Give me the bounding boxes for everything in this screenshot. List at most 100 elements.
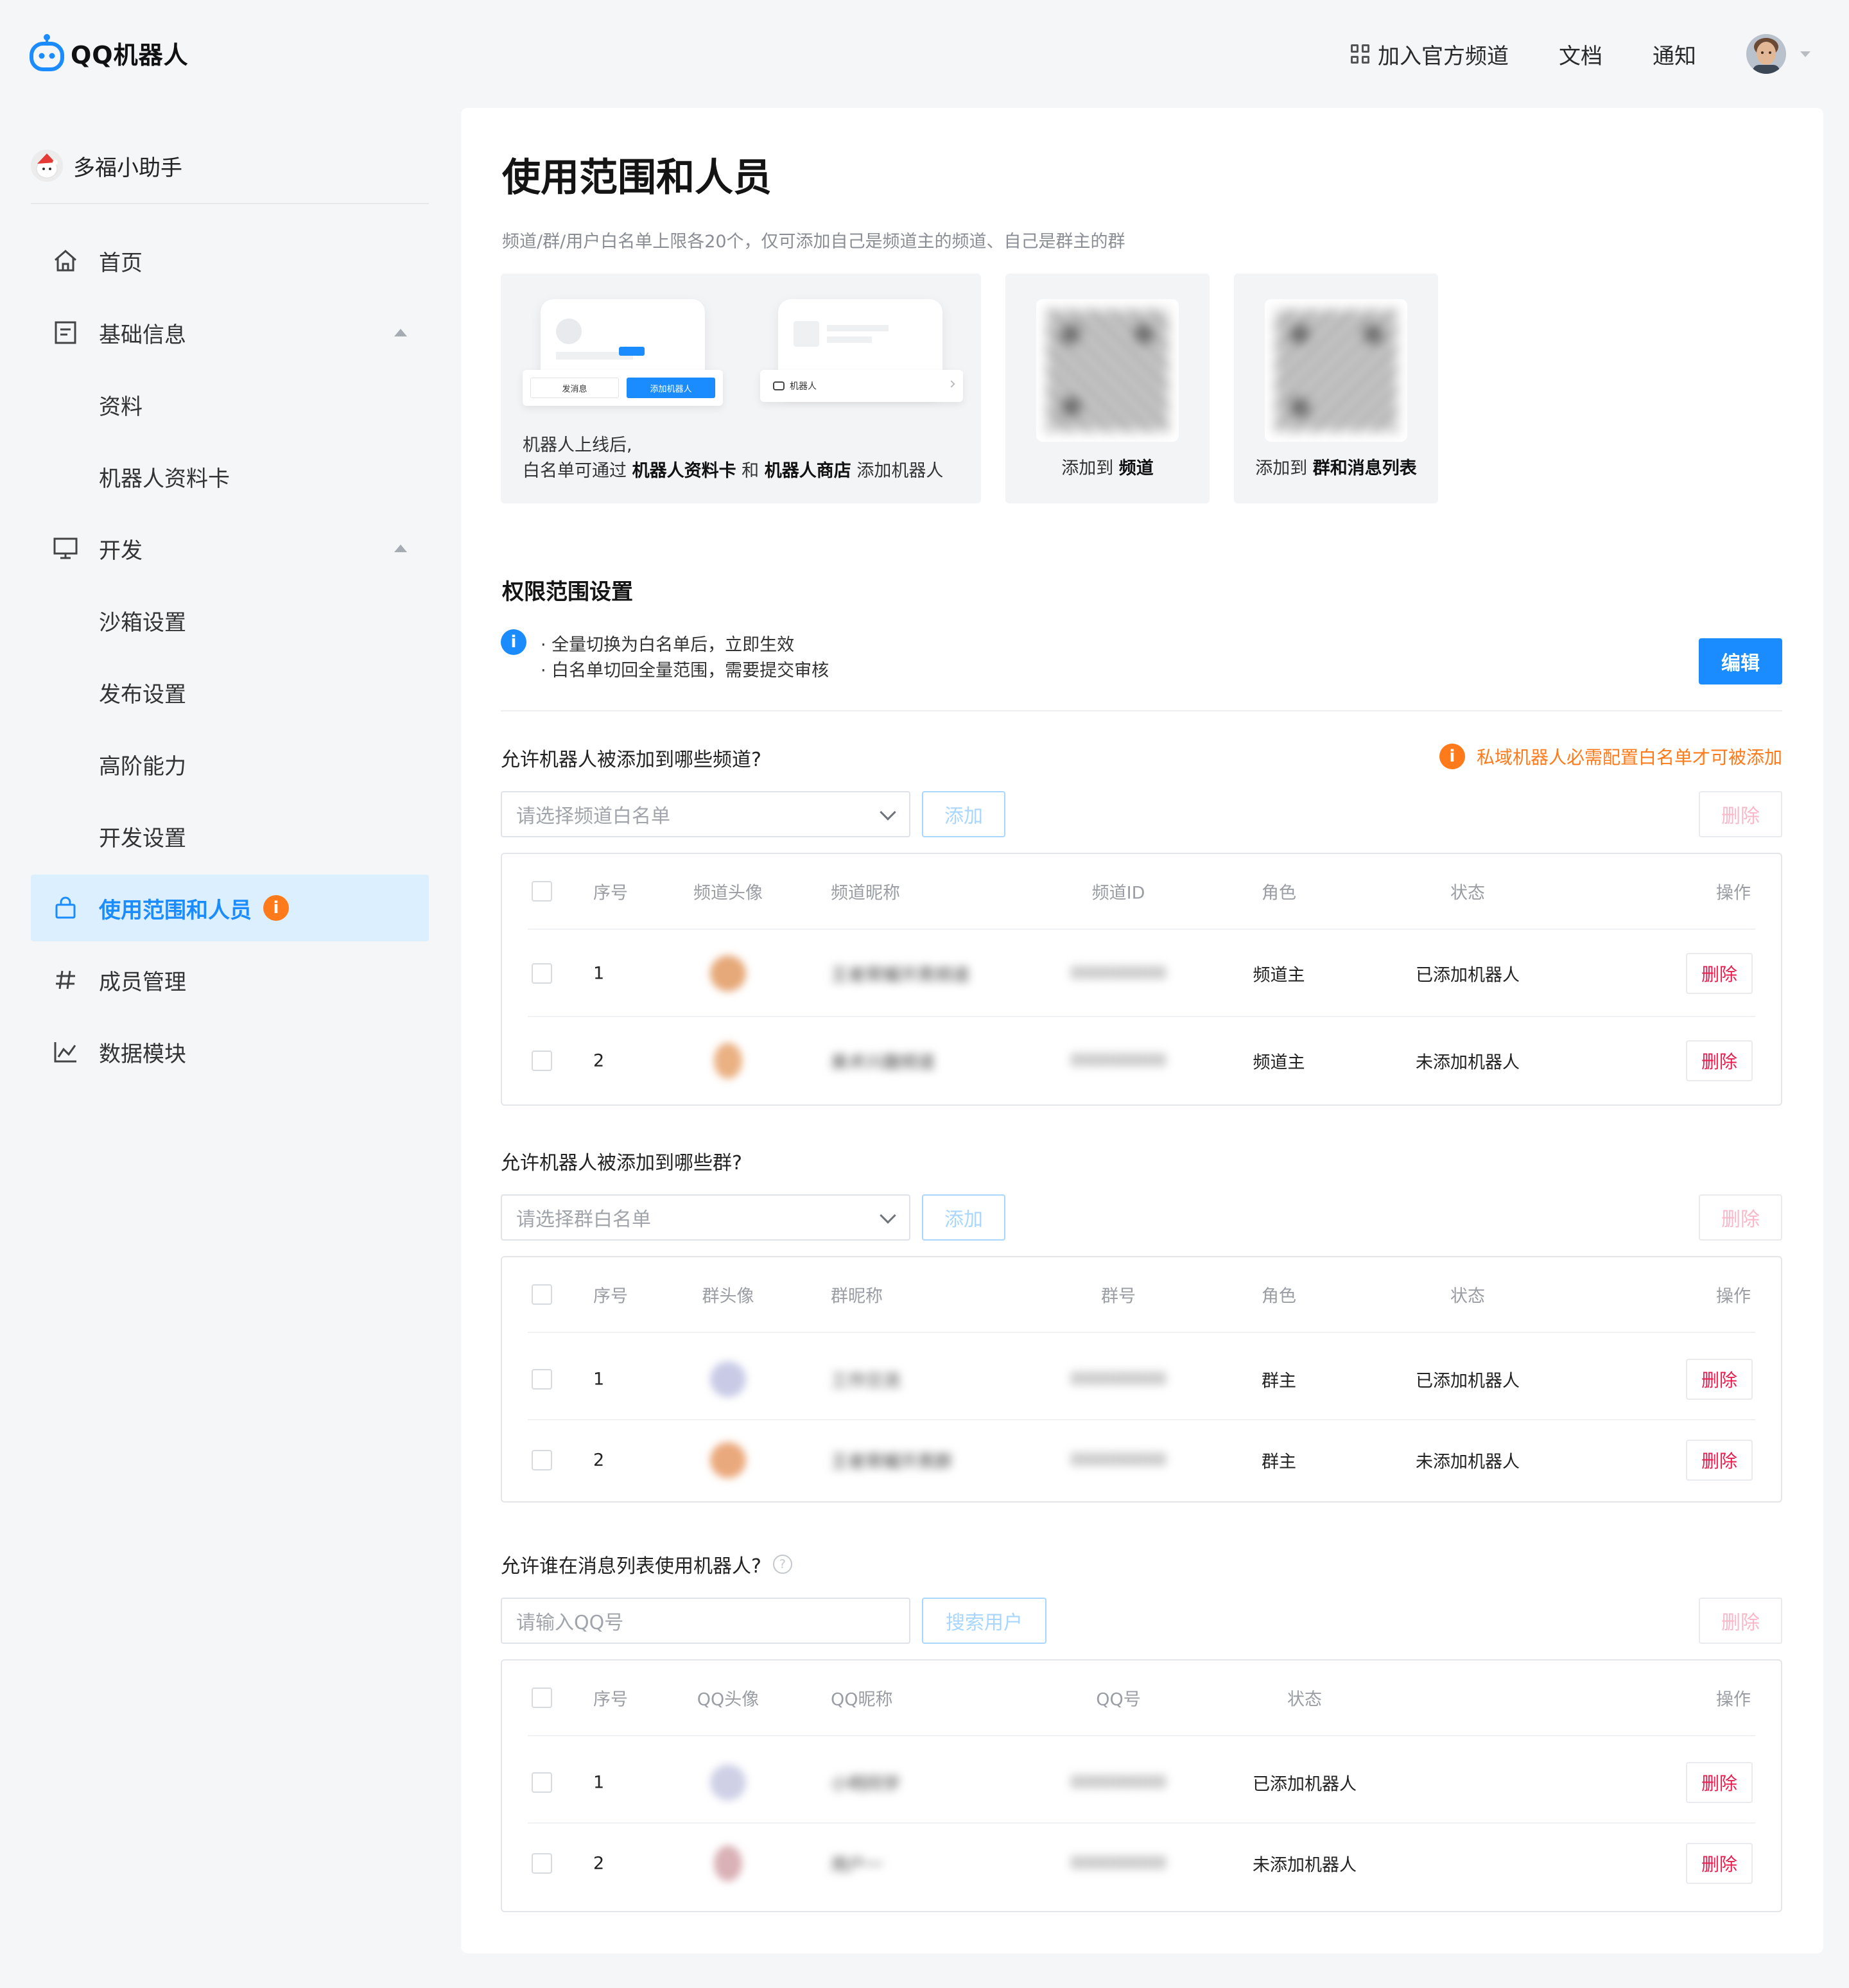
- home-icon: [53, 248, 78, 274]
- user-question-text: 允许谁在消息列表使用机器人?: [501, 1555, 761, 1578]
- perm-section-title: 权限范围设置: [502, 579, 633, 605]
- qq-avatar: [714, 1845, 742, 1881]
- sidebar-item-data[interactable]: 数据模块: [31, 1018, 429, 1085]
- sidebar-item-scope[interactable]: 使用范围和人员 i: [31, 875, 429, 941]
- qq-status: 已添加机器人: [1253, 1774, 1357, 1795]
- qq-bot-logo[interactable]: QQ机器人: [30, 30, 189, 76]
- select-all-checkbox[interactable]: [532, 1284, 552, 1305]
- edit-button[interactable]: 编辑: [1699, 638, 1782, 684]
- qr-channel-pre: 添加到: [1061, 458, 1119, 478]
- user-batch-delete-button[interactable]: 删除: [1699, 1598, 1782, 1644]
- nav-docs[interactable]: 文档: [1559, 39, 1602, 70]
- table-header: 序号 QQ头像 QQ昵称 QQ号 状态 操作: [502, 1661, 1781, 1735]
- channel-question: 允许机器人被添加到哪些频道?: [501, 749, 761, 771]
- row-delete-button[interactable]: 删除: [1686, 1762, 1753, 1803]
- user-table: 序号 QQ头像 QQ昵称 QQ号 状态 操作 1 小明同学 000000000 …: [501, 1659, 1782, 1912]
- guide-card-qr-group: 添加到 群和消息列表: [1234, 274, 1438, 503]
- sidebar-item-members[interactable]: 成员管理: [31, 946, 429, 1013]
- row-checkbox[interactable]: [532, 1772, 552, 1793]
- row-delete-button[interactable]: 删除: [1686, 1040, 1753, 1081]
- chevron-up-icon[interactable]: [394, 329, 407, 336]
- channel-nick: 美术兴趣频道: [831, 1052, 935, 1073]
- qr-group-bold: 群和消息列表: [1312, 458, 1417, 478]
- select-all-checkbox[interactable]: [532, 881, 552, 902]
- col-index: 序号: [593, 1286, 628, 1307]
- sidebar-item-bot-card[interactable]: 机器人资料卡: [31, 443, 429, 510]
- row-checkbox[interactable]: [532, 1369, 552, 1390]
- qq-input-placeholder: 请输入QQ号: [516, 1612, 624, 1634]
- guide-card-profile: 发消息 添加机器人 机器人 机器人上线后, 白名单可通过 机器人资料卡 和 机器…: [501, 274, 981, 503]
- chevron-down-icon[interactable]: [1800, 51, 1810, 57]
- nav-join-channel[interactable]: 加入官方频道: [1351, 39, 1509, 70]
- table-row: 1 王者荣耀开黑频道 000000000 频道主 已添加机器人 删除: [502, 930, 1781, 1016]
- private-bot-warning: i 私域机器人必需配置白名单才可被添加: [1439, 744, 1782, 769]
- group-add-button[interactable]: 添加: [922, 1194, 1005, 1241]
- info-badge-icon: i: [263, 895, 289, 921]
- group-status: 已添加机器人: [1416, 1371, 1520, 1391]
- group-whitelist-select[interactable]: 请选择群白名单: [501, 1194, 910, 1241]
- row-delete-button[interactable]: 删除: [1686, 953, 1753, 994]
- nav-notify[interactable]: 通知: [1653, 39, 1696, 70]
- search-user-button[interactable]: 搜索用户: [922, 1598, 1046, 1644]
- channel-nick: 王者荣耀开黑频道: [831, 965, 969, 986]
- sidebar-item-develop[interactable]: 开发: [31, 515, 429, 582]
- sidebar-item-basic-info[interactable]: 基础信息: [31, 299, 429, 366]
- col-status: 状态: [1450, 1286, 1485, 1307]
- qr-pattern: [1046, 310, 1168, 432]
- chevron-right-icon: [948, 380, 955, 388]
- channel-role: 频道主: [1253, 1052, 1305, 1073]
- qr-pattern: [1275, 310, 1397, 432]
- whitelist-limit-note: 频道/群/用户白名单上限各20个，仅可添加自己是频道主的频道、自己是群主的群: [502, 232, 1125, 252]
- row-checkbox[interactable]: [532, 1450, 552, 1470]
- channel-batch-delete-button[interactable]: 删除: [1699, 791, 1782, 837]
- sidebar-item-label: 首页: [99, 250, 143, 276]
- table-row: 1 小明同学 000000000 已添加机器人 删除: [502, 1736, 1781, 1822]
- chevron-up-icon[interactable]: [394, 545, 407, 552]
- col-index: 序号: [593, 883, 628, 903]
- row-index: 2: [593, 1051, 605, 1071]
- qq-number: 000000000: [1070, 1773, 1167, 1792]
- private-bot-warning-text: 私域机器人必需配置白名单才可被添加: [1476, 747, 1782, 768]
- sidebar-item-sandbox[interactable]: 沙箱设置: [31, 587, 429, 654]
- sidebar-item-advanced[interactable]: 高阶能力: [31, 731, 429, 798]
- group-question: 允许机器人被添加到哪些群?: [501, 1152, 742, 1174]
- channel-id: 000000000: [1070, 1051, 1167, 1070]
- sidebar-item-publish[interactable]: 发布设置: [31, 659, 429, 726]
- sidebar-item-dev-settings[interactable]: 开发设置: [31, 803, 429, 869]
- hash-icon: [53, 967, 78, 993]
- channel-status: 未添加机器人: [1416, 1052, 1520, 1073]
- sidebar-item-profile[interactable]: 资料: [31, 371, 429, 438]
- qq-nick: 用户一: [831, 1855, 883, 1876]
- user-question: 允许谁在消息列表使用机器人? ?: [501, 1550, 792, 1578]
- guide-line1: 机器人上线后,: [523, 435, 632, 455]
- row-delete-button[interactable]: 删除: [1686, 1843, 1753, 1884]
- row-delete-button[interactable]: 删除: [1686, 1359, 1753, 1400]
- warning-icon: i: [1439, 744, 1465, 769]
- col-id: QQ号: [1096, 1689, 1141, 1710]
- col-nick: QQ昵称: [831, 1689, 893, 1710]
- help-icon[interactable]: ?: [772, 1555, 792, 1574]
- qr-code-channel: [1036, 299, 1179, 442]
- sidebar-item-home[interactable]: 首页: [31, 227, 429, 294]
- qq-nick: 小明同学: [831, 1774, 900, 1795]
- channel-avatar: [714, 1043, 742, 1079]
- qq-number-input[interactable]: 请输入QQ号: [501, 1598, 910, 1644]
- row-index: 1: [593, 963, 605, 984]
- select-all-checkbox[interactable]: [532, 1687, 552, 1708]
- document-icon: [53, 320, 78, 345]
- mock-add-button: 添加机器人: [627, 378, 715, 398]
- col-index: 序号: [593, 1689, 628, 1710]
- group-avatar: [710, 1361, 746, 1397]
- channel-whitelist-select[interactable]: 请选择频道白名单: [501, 791, 910, 837]
- row-checkbox[interactable]: [532, 963, 552, 984]
- row-checkbox[interactable]: [532, 1051, 552, 1071]
- row-delete-button[interactable]: 删除: [1686, 1440, 1753, 1481]
- user-avatar[interactable]: [1746, 34, 1786, 74]
- qq-number: 000000000: [1070, 1854, 1167, 1873]
- group-batch-delete-button[interactable]: 删除: [1699, 1194, 1782, 1241]
- row-checkbox[interactable]: [532, 1853, 552, 1874]
- guide-line2-post: 添加机器人: [851, 461, 944, 481]
- col-avatar: 群头像: [702, 1286, 754, 1307]
- channel-add-button[interactable]: 添加: [922, 791, 1005, 837]
- qr-group-label: 添加到 群和消息列表: [1234, 456, 1438, 482]
